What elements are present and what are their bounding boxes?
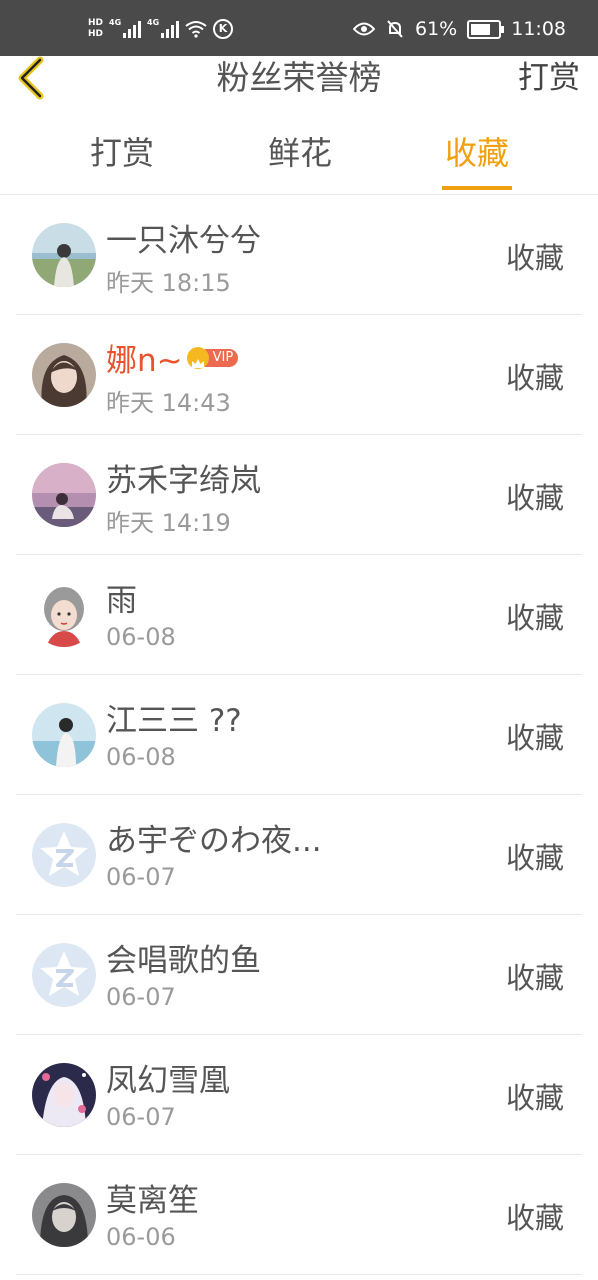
action-label: 收藏 [505, 961, 564, 995]
fan-name: 会唱歌的鱼 [106, 935, 261, 980]
list-item[interactable]: 江三三 ?? 06-08 收藏 [16, 675, 582, 795]
avatar[interactable] [32, 343, 96, 407]
avatar[interactable] [32, 1063, 96, 1127]
fan-time: 06-07 [106, 983, 176, 1011]
hd-indicator: HD HD [88, 18, 103, 40]
mute-bell-icon [387, 20, 403, 38]
list-item[interactable]: 凤幻雪凰 06-07 收藏 [16, 1035, 582, 1155]
status-bar-right: 61% 11:08 [353, 14, 566, 44]
avatar[interactable] [32, 223, 96, 287]
list-item[interactable]: 雨 06-08 收藏 [16, 555, 582, 675]
signal-icon: 4G [109, 18, 142, 38]
list-item[interactable]: 会唱歌的鱼 06-07 收藏 [16, 915, 582, 1035]
page-title: 粉丝荣誉榜 [216, 58, 382, 97]
fan-name-text: 娜n~ [106, 343, 183, 379]
tab-favorites[interactable]: 收藏 [442, 112, 512, 194]
action-label: 收藏 [505, 1081, 564, 1115]
network-type-2: 4G [147, 18, 160, 27]
fan-name-text: 会唱歌的鱼 [106, 943, 261, 979]
fan-name-text: 苏禾字绮岚 [106, 463, 261, 499]
tab-flowers-label: 鲜花 [267, 134, 332, 172]
action-label: 收藏 [505, 1201, 564, 1235]
k-app-icon: K [213, 19, 234, 39]
crown-icon [186, 346, 209, 369]
fan-name: 凤幻雪凰 [106, 1055, 230, 1100]
fan-time: 06-07 [106, 1103, 176, 1131]
clock: 11:08 [511, 18, 566, 40]
action-label: 收藏 [505, 241, 564, 275]
signal-icon: 4G [147, 18, 180, 38]
default-avatar-icon[interactable] [32, 823, 96, 887]
tab-tip[interactable]: 打赏 [86, 112, 158, 194]
hd1-label: HD [88, 18, 104, 28]
fan-name: 莫离笙 [106, 1175, 199, 1220]
fan-name-text: 凤幻雪凰 [106, 1063, 230, 1099]
avatar[interactable] [32, 583, 96, 647]
app-header: 粉丝荣誉榜 打赏 [0, 56, 598, 113]
avatar[interactable] [32, 1183, 96, 1247]
fan-name: 一只沐兮兮 [106, 215, 261, 260]
tab-flowers[interactable]: 鲜花 [264, 112, 336, 194]
battery-percent: 61% [415, 18, 458, 40]
list-item[interactable]: 娜n~ VIP 昨天 14:43 收藏 [16, 315, 582, 435]
tip-header-button[interactable]: 打赏 [518, 56, 580, 100]
list-item[interactable]: 莫离笙 06-06 收藏 [16, 1155, 582, 1275]
list-item[interactable]: 苏禾字绮岚 昨天 14:19 收藏 [16, 435, 582, 555]
fan-time: 06-08 [106, 743, 176, 771]
status-bar-left: HD HD 4G 4G K [88, 14, 234, 44]
action-label: 收藏 [505, 481, 564, 515]
network-type-1: 4G [109, 18, 122, 27]
fan-time: 06-08 [106, 623, 176, 651]
fan-name: 江三三 ?? [106, 695, 242, 740]
list-item[interactable]: あ宇ぞのわ夜... 06-07 收藏 [16, 795, 582, 915]
default-avatar-icon[interactable] [32, 943, 96, 1007]
tab-bar: 打赏 鲜花 收藏 [0, 112, 598, 195]
active-tab-indicator [442, 186, 512, 190]
fan-time: 昨天 14:43 [106, 389, 231, 417]
fan-name: 娜n~ VIP [106, 335, 239, 380]
hd2-label: HD [88, 29, 104, 39]
wifi-icon [185, 21, 207, 38]
fan-name-text: 雨 [106, 583, 137, 619]
avatar[interactable] [32, 463, 96, 527]
fan-name: 雨 [106, 575, 137, 620]
fan-time: 06-07 [106, 863, 176, 891]
status-bar: HD HD 4G 4G K 61% 11:08 [0, 0, 598, 56]
fan-name-text: 江三三 ?? [106, 703, 242, 739]
action-label: 收藏 [505, 721, 564, 755]
battery-icon [467, 19, 505, 39]
fan-name-text: あ宇ぞのわ夜... [106, 823, 322, 859]
fan-name-text: 莫离笙 [106, 1183, 199, 1219]
fan-time: 06-06 [106, 1223, 176, 1251]
list-item[interactable]: 一只沐兮兮 昨天 18:15 收藏 [16, 195, 582, 315]
tab-tip-label: 打赏 [89, 134, 154, 172]
fan-time: 昨天 14:19 [106, 509, 231, 537]
action-label: 收藏 [505, 841, 564, 875]
eye-icon [353, 22, 375, 36]
action-label: 收藏 [505, 361, 564, 395]
fan-name-text: 一只沐兮兮 [106, 223, 261, 259]
fan-name: あ宇ぞのわ夜... [106, 815, 322, 860]
fan-name: 苏禾字绮岚 [106, 455, 261, 500]
tab-favorites-label: 收藏 [444, 134, 509, 172]
fan-time: 昨天 18:15 [106, 269, 231, 297]
fan-list: 一只沐兮兮 昨天 18:15 收藏 娜n~ VIP 昨天 14:43 收藏 苏禾… [0, 195, 598, 1275]
action-label: 收藏 [505, 601, 564, 635]
vip-badge: VIP [204, 348, 239, 367]
avatar[interactable] [32, 703, 96, 767]
